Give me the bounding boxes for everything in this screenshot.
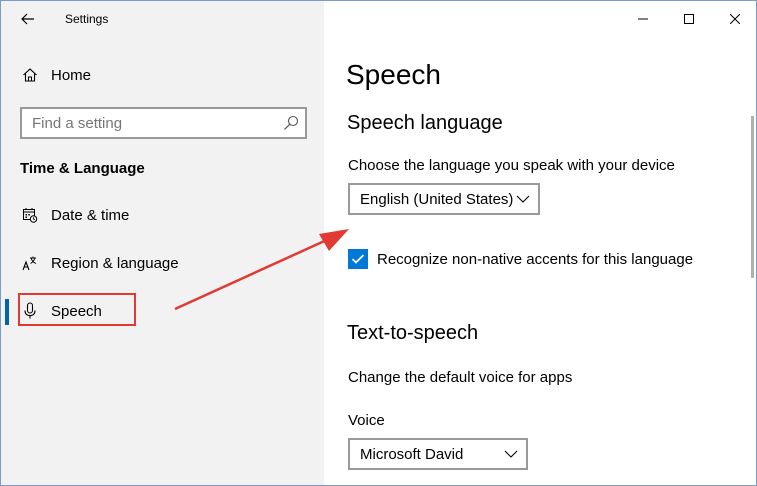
chevron-down-icon — [504, 450, 518, 458]
back-button[interactable] — [15, 7, 41, 31]
sidebar-item-date-time[interactable]: Date & time — [1, 195, 324, 235]
sidebar: Settings Home Time & Language — [1, 1, 324, 485]
speech-language-value: English (United States) — [360, 190, 514, 208]
home-icon — [20, 65, 40, 85]
close-button[interactable] — [712, 1, 756, 37]
speech-language-description: Choose the language you speak with your … — [348, 157, 675, 174]
minimize-icon — [638, 18, 648, 20]
speech-language-dropdown[interactable]: English (United States) — [348, 183, 540, 215]
minimize-button[interactable] — [620, 1, 666, 37]
window-controls — [620, 1, 756, 37]
sidebar-item-label: Home — [51, 66, 92, 84]
settings-window: Settings Home Time & Language — [0, 0, 757, 486]
calendar-clock-icon — [20, 205, 40, 225]
search-box[interactable] — [20, 107, 307, 139]
sidebar-item-home[interactable]: Home — [1, 55, 324, 95]
language-icon — [20, 253, 40, 273]
maximize-button[interactable] — [666, 1, 712, 37]
checkmark-icon — [351, 254, 365, 264]
search-input[interactable] — [22, 109, 272, 137]
close-icon — [730, 14, 740, 24]
speech-language-heading: Speech language — [347, 112, 503, 134]
annotation-highlight-box — [18, 293, 136, 326]
section-heading: Time & Language — [20, 160, 145, 177]
main-content: Speech Speech language Choose the langua… — [324, 1, 756, 485]
sidebar-item-label: Date & time — [51, 206, 130, 224]
voice-dropdown[interactable]: Microsoft David — [348, 438, 528, 470]
maximize-icon — [684, 14, 694, 24]
search-icon[interactable] — [283, 115, 299, 131]
sidebar-item-region-language[interactable]: Region & language — [1, 243, 324, 283]
accent-checkbox-label: Recognize non-native accents for this la… — [377, 250, 694, 268]
title-bar: Settings — [1, 1, 324, 37]
chevron-down-icon — [516, 195, 530, 203]
text-to-speech-description: Change the default voice for apps — [348, 369, 573, 386]
voice-value: Microsoft David — [360, 445, 464, 463]
app-title: Settings — [65, 12, 109, 26]
accent-checkbox-row: Recognize non-native accents for this la… — [348, 249, 693, 269]
sidebar-item-label: Region & language — [51, 254, 179, 272]
accent-checkbox[interactable] — [348, 249, 368, 269]
text-to-speech-heading: Text-to-speech — [347, 322, 479, 344]
voice-label: Voice — [348, 412, 385, 429]
page-title: Speech — [346, 59, 441, 90]
scrollbar[interactable] — [751, 116, 754, 278]
back-arrow-icon — [21, 13, 34, 25]
